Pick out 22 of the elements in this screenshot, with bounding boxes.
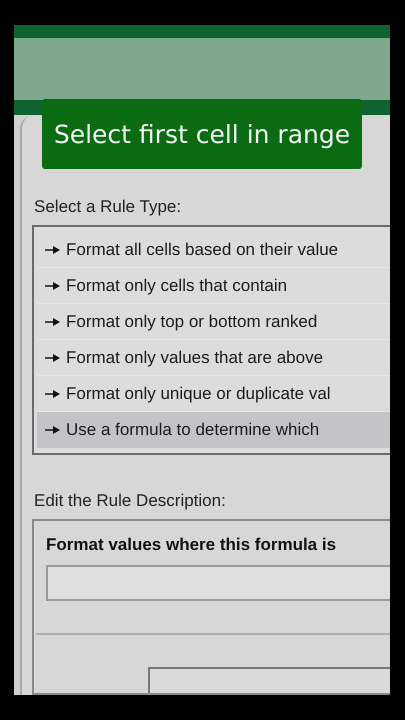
rule-type-text: Format all cells based on their value [66, 240, 338, 260]
rule-type-label: Select a Rule Type: [34, 197, 182, 217]
caption-banner: Select first cell in range [42, 99, 362, 169]
rule-type-text: Format only top or bottom ranked [66, 312, 318, 332]
formula-label: Format values where this formula is [46, 535, 338, 555]
rule-type-item[interactable]: Format only values that are above [37, 340, 390, 376]
pointer-icon [45, 390, 60, 398]
rule-type-item[interactable]: Format only cells that contain [37, 268, 390, 304]
rule-type-item[interactable]: Format all cells based on their value [37, 232, 390, 268]
pointer-icon [45, 426, 60, 434]
rule-type-item[interactable]: Use a formula to determine which [37, 412, 390, 448]
pointer-icon [45, 354, 60, 362]
formula-input[interactable] [46, 565, 390, 601]
rule-type-text: Format only values that are above [66, 348, 324, 368]
rule-type-text: Format only cells that contain [66, 276, 288, 296]
rule-type-text: Use a formula to determine which [66, 420, 320, 440]
rule-description-label: Edit the Rule Description: [34, 491, 227, 511]
pointer-icon [45, 282, 60, 290]
pointer-icon [45, 318, 60, 326]
pointer-icon [45, 246, 60, 254]
rule-type-text: Format only unique or duplicate val [66, 384, 331, 404]
rule-type-item[interactable]: Format only top or bottom ranked [37, 304, 390, 340]
